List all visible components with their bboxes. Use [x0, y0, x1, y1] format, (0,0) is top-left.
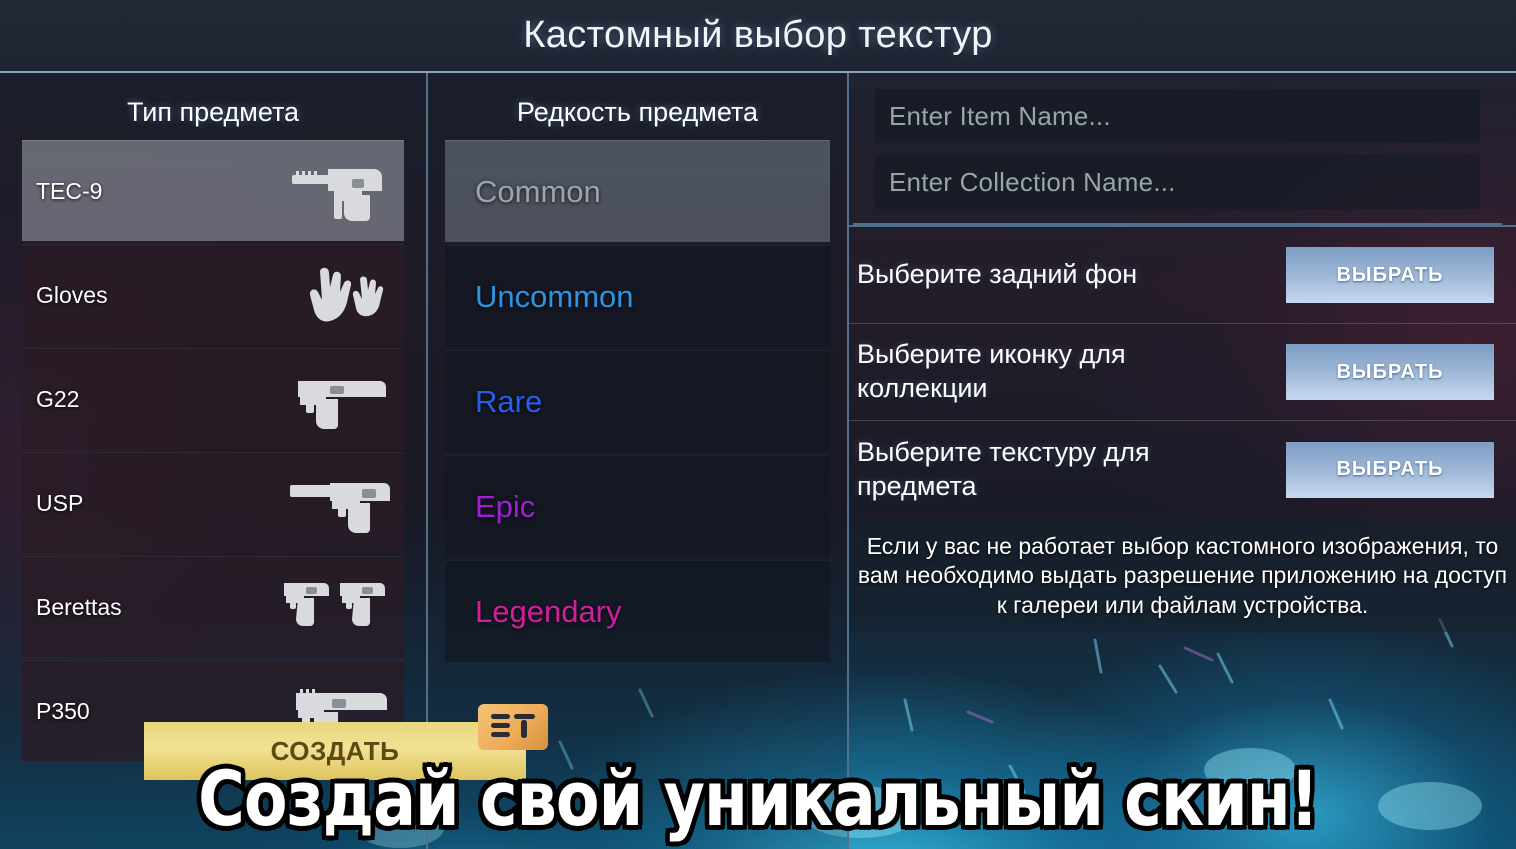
selection-option-row: Выберите иконку для коллекции ВЫБРАТЬ — [849, 324, 1516, 421]
item-rarity-heading: Редкость предмета — [516, 97, 759, 127]
permission-notice-line: Если у вас не работает выбор кастомного … — [866, 533, 1499, 559]
item-rarity-row[interactable]: Common — [445, 140, 830, 242]
permission-notice-line: к галереи или файлам устройства. — [996, 591, 1369, 618]
selection-options-list: Выберите задний фон ВЫБРАТЬ Выберите иконк… — [849, 225, 1516, 518]
item-name-input[interactable]: Enter Item Name... — [875, 89, 1480, 143]
collection-name-placeholder: Enter Collection Name... — [889, 166, 1176, 197]
item-type-row[interactable]: G22 — [22, 348, 404, 449]
selection-option-label: Выберите задний фон — [857, 259, 1138, 290]
choose-button[interactable]: ВЫБРАТЬ — [1286, 441, 1494, 498]
selection-option-label: Выберите иконку для коллекции — [857, 339, 1126, 403]
tec9-icon — [292, 169, 382, 221]
item-rarity-label: Legendary — [475, 593, 622, 629]
item-rarity-row[interactable]: Rare — [445, 350, 830, 452]
item-rarity-row[interactable]: Legendary — [445, 560, 830, 662]
st-badge — [478, 704, 548, 750]
st-glyph-icon — [491, 714, 535, 738]
selection-option-label: Выберите текстуру для предмета — [857, 436, 1150, 501]
item-type-row[interactable]: TEC-9 — [22, 140, 404, 241]
item-type-label: TEC-9 — [36, 177, 103, 204]
choose-button[interactable]: ВЫБРАТЬ — [1286, 344, 1494, 400]
selection-option-row: Выберите текстуру для предмета ВЫБРАТЬ — [849, 421, 1516, 518]
g22-icon — [282, 364, 390, 434]
page-header: Кастомный выбор текстур — [0, 0, 1516, 73]
item-rarity-label: Common — [475, 173, 601, 209]
permission-notice-line: вам необходимо выдать разрешение приложе… — [857, 562, 1508, 589]
item-name-placeholder: Enter Item Name... — [889, 100, 1111, 131]
gloves-icon — [309, 267, 384, 322]
berettas-icon — [282, 572, 390, 642]
item-type-row[interactable]: Gloves — [22, 244, 404, 345]
item-type-label: G22 — [36, 385, 80, 412]
item-rarity-label: Uncommon — [475, 278, 634, 314]
item-type-label: P350 — [36, 697, 90, 724]
selection-option-row: Выберите задний фон ВЫБРАТЬ — [849, 227, 1516, 324]
usp-icon — [282, 468, 390, 538]
item-rarity-label: Rare — [475, 383, 543, 419]
collection-name-input[interactable]: Enter Collection Name... — [875, 155, 1480, 209]
promo-caption: Создай свой уникальный скин! — [194, 750, 1323, 848]
gloves-icon — [282, 260, 390, 330]
choose-button[interactable]: ВЫБРАТЬ — [1286, 247, 1494, 303]
app-root: Кастомный выбор текстур Тип предмета TEC… — [0, 0, 1516, 849]
item-rarity-row[interactable]: Uncommon — [445, 245, 830, 347]
tec9-icon — [282, 156, 390, 226]
item-rarity-label: Epic — [475, 488, 536, 524]
item-type-list: TEC-9 Gloves G22 USP Berettas P350 — [0, 140, 426, 761]
berettas-icon — [284, 583, 385, 626]
permission-notice: Если у вас не работает выбор кастомного … — [849, 522, 1516, 633]
item-type-label: Gloves — [36, 281, 108, 308]
settings-column: Enter Item Name... Enter Collection Name… — [849, 73, 1516, 849]
usp-icon — [290, 483, 390, 533]
page-title: Кастомный выбор текстур — [523, 14, 993, 56]
item-rarity-row[interactable]: Epic — [445, 455, 830, 557]
item-type-label: USP — [36, 489, 84, 516]
g22-icon — [298, 381, 386, 429]
item-type-label: Berettas — [36, 593, 122, 620]
item-type-row[interactable]: USP — [22, 452, 404, 553]
item-type-heading: Тип предмета — [126, 97, 300, 127]
item-rarity-list: Common Uncommon Rare Epic Legendary — [428, 140, 847, 662]
item-type-row[interactable]: Berettas — [22, 556, 404, 657]
name-inputs-box: Enter Item Name... Enter Collection Name… — [853, 89, 1502, 225]
